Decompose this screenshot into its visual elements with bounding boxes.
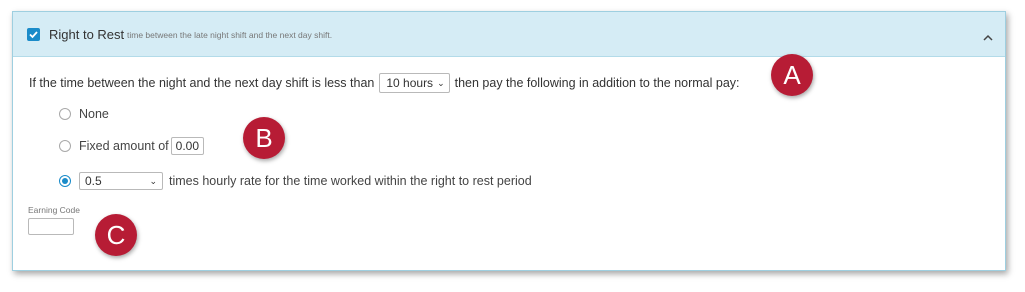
hours-select[interactable]: 10 hours ⌄ bbox=[379, 73, 450, 93]
fixed-amount-input[interactable]: 0.00 bbox=[170, 137, 204, 155]
option-fixed[interactable]: Fixed amount of 0.00 bbox=[59, 137, 204, 155]
section-description: time between the late night shift and th… bbox=[127, 30, 333, 40]
right-to-rest-panel: Right to Rest time between the late nigh… bbox=[12, 11, 1006, 271]
rest-rule-row: If the time between the night and the ne… bbox=[29, 73, 740, 93]
option-none[interactable]: None bbox=[59, 107, 109, 121]
radio-rate[interactable] bbox=[59, 175, 71, 187]
right-to-rest-checkbox[interactable] bbox=[27, 28, 40, 41]
rate-factor-value: 0.5 bbox=[85, 174, 102, 188]
earning-code-input[interactable] bbox=[28, 218, 74, 235]
checkmark-icon bbox=[29, 31, 38, 39]
radio-fixed[interactable] bbox=[59, 140, 71, 152]
rule-suffix-text: then pay the following in addition to th… bbox=[454, 76, 740, 90]
option-rate[interactable]: 0.5 ⌄ times hourly rate for the time wor… bbox=[59, 172, 532, 190]
panel-header[interactable]: Right to Rest time between the late nigh… bbox=[13, 12, 1005, 57]
chevron-down-icon: ⌄ bbox=[149, 175, 157, 186]
rule-prefix-text: If the time between the night and the ne… bbox=[29, 76, 375, 90]
hours-select-value: 10 hours bbox=[386, 76, 434, 90]
earning-code-label: Earning Code bbox=[28, 205, 80, 215]
option-rate-label: times hourly rate for the time worked wi… bbox=[169, 174, 532, 188]
option-fixed-label: Fixed amount of bbox=[79, 139, 169, 153]
callout-badge-a: A bbox=[771, 54, 813, 96]
rate-factor-select[interactable]: 0.5 ⌄ bbox=[79, 172, 163, 190]
callout-badge-b: B bbox=[243, 117, 285, 159]
callout-badge-c: C bbox=[95, 214, 137, 256]
option-none-label: None bbox=[79, 107, 109, 121]
radio-none[interactable] bbox=[59, 108, 71, 120]
section-title: Right to Rest bbox=[49, 27, 125, 42]
chevron-up-icon[interactable] bbox=[983, 29, 993, 47]
chevron-down-icon: ⌄ bbox=[437, 77, 445, 88]
